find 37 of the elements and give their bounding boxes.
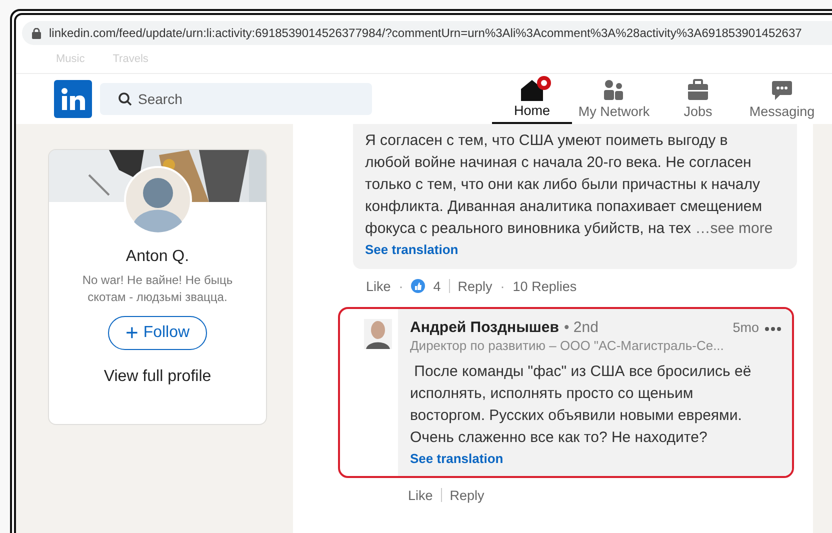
nav-tab[interactable]: My Network (572, 74, 656, 124)
logo-icon[interactable] (54, 80, 92, 118)
follow-button[interactable]: + Follow (108, 316, 207, 350)
reply-link[interactable]: Reply (450, 488, 484, 502)
reply-link[interactable]: Reply (458, 278, 492, 294)
people-icon (602, 78, 626, 102)
view-profile-link[interactable]: View full profile (104, 368, 212, 386)
like-link[interactable]: Like (408, 488, 433, 502)
house-icon (520, 78, 544, 100)
see-translation-link[interactable]: See translation (365, 242, 458, 257)
search-icon (118, 92, 132, 106)
connection-degree: • 2nd (564, 319, 598, 336)
more-icon[interactable] (764, 326, 782, 332)
comment-text: После команды "фас" из США все бросились её исполнять, исполнять просто со щеньим восторгом. Русских объявили новыми евреями. Очень слаженно все как то? Не находите? (410, 362, 752, 448)
search-field[interactable]: Search (100, 83, 372, 115)
avatar-icon[interactable] (364, 319, 392, 349)
separator-dot: · (500, 278, 505, 294)
url-text: linkedin.com/feed/update/urn:li:activity:6918539014526377984/?commentUrn=urn%3Ali%3Acomment%3A%28activity%3A691853901452637 (49, 26, 802, 40)
profile-name[interactable]: Anton Q. (126, 248, 190, 266)
replies-link[interactable]: 10 Replies (512, 278, 577, 294)
address-bar[interactable]: linkedin.com/feed/update/urn:li:activity:6918539014526377984/?commentUrn=urn%3Ali%3Acomment%3A%28activity%3A691853901452637 (22, 21, 832, 45)
like-link[interactable]: Like (366, 278, 391, 294)
nav-tab[interactable]: Messaging (740, 74, 824, 124)
separator-dot: · (398, 278, 404, 294)
nav-tab[interactable]: Jobs (656, 74, 740, 124)
profile-headline: No war! Не вайне! Не быць скотам - людзьмі звацца. (81, 272, 234, 306)
see-translation-link[interactable]: See translation (410, 451, 504, 466)
see-more-link[interactable]: …see more (695, 220, 773, 237)
author-title: Директор по развитию – ООО "АС-Магистраль-Се... (410, 338, 725, 353)
thumbs-up-icon (411, 279, 426, 293)
lock-icon (32, 28, 41, 38)
comment-time: 5mo (732, 320, 759, 335)
comment-text: Я согласен с тем, что США умеют поиметь выгоду в любой войне начиная с начала 20-го века. Не согласен только с тем, что они как либо были причастны к началу конфликта. Диванная аналитика попахивает смещением фокуса с реального виновника убийств, на тех …see more (365, 131, 774, 239)
avatar-icon[interactable] (124, 166, 192, 234)
reaction-count: 4 (433, 278, 441, 294)
author-name[interactable]: Андрей Позднышев (410, 319, 559, 336)
briefcase-icon (686, 78, 710, 102)
